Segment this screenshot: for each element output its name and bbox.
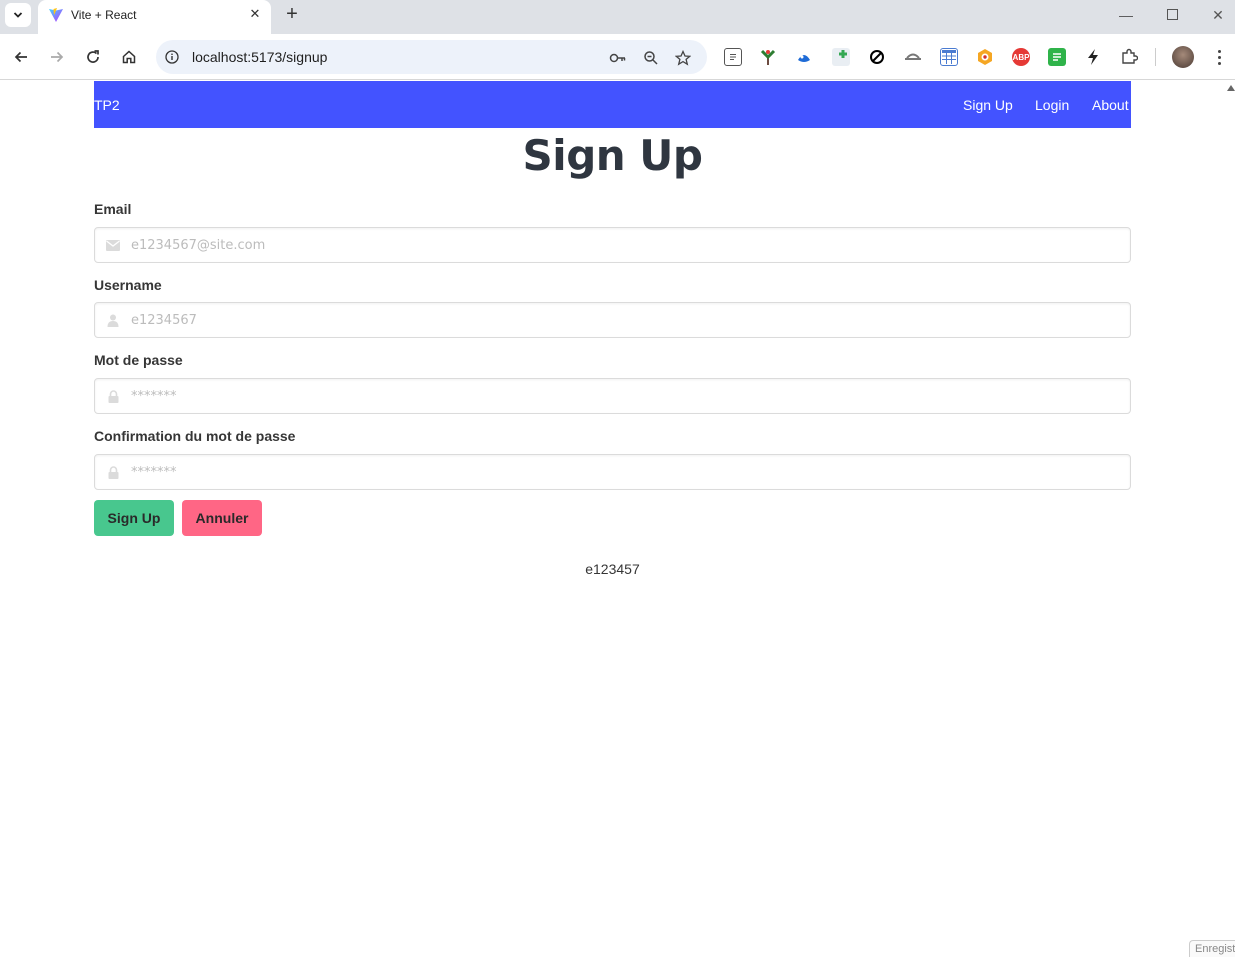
browser-toolbar: localhost:5173/signup ABP <box>0 34 1235 80</box>
lock-icon <box>105 465 121 479</box>
tree-extension-icon[interactable] <box>759 48 777 66</box>
hat-extension-icon[interactable] <box>904 48 922 66</box>
browser-tab-bar: Vite + React ✕ + — ✕ <box>0 0 1235 34</box>
username-label: Username <box>94 277 162 293</box>
confirm-password-field[interactable] <box>94 454 1131 490</box>
corner-badge[interactable]: Enregist <box>1189 940 1235 957</box>
minimize-icon[interactable]: — <box>1116 5 1136 25</box>
green-doc-extension-icon[interactable] <box>1048 48 1066 66</box>
scrollbar-up-arrow-icon[interactable] <box>1227 85 1235 91</box>
chevron-down-icon <box>13 12 23 18</box>
lock-icon <box>105 389 121 403</box>
nav-link-about[interactable]: About <box>1092 97 1129 113</box>
profile-avatar[interactable] <box>1172 46 1194 68</box>
confirm-password-input[interactable] <box>131 455 1121 489</box>
green-plus-extension-icon[interactable] <box>832 48 850 66</box>
vite-logo-icon <box>49 8 63 22</box>
forward-arrow-icon[interactable] <box>46 46 68 68</box>
browser-tab-active[interactable]: Vite + React ✕ <box>38 0 271 34</box>
browser-menu-icon[interactable] <box>1210 46 1228 68</box>
nav-link-login[interactable]: Login <box>1035 97 1069 113</box>
toolbar-divider <box>1155 48 1156 66</box>
blue-extension-icon[interactable] <box>795 48 813 66</box>
user-icon <box>105 313 121 327</box>
zoom-icon[interactable] <box>642 49 660 67</box>
signup-button[interactable]: Sign Up <box>94 500 174 536</box>
bookmark-star-icon[interactable] <box>674 49 692 67</box>
page-title: Sign Up <box>522 131 703 180</box>
maximize-icon[interactable] <box>1162 5 1182 25</box>
email-field[interactable] <box>94 227 1131 263</box>
site-info-icon[interactable] <box>165 50 179 64</box>
bolt-extension-icon[interactable] <box>1084 48 1102 66</box>
adblock-plus-icon[interactable]: ABP <box>1012 48 1030 66</box>
reader-mode-icon[interactable] <box>724 48 742 66</box>
block-extension-icon[interactable] <box>868 48 886 66</box>
cancel-button[interactable]: Annuler <box>182 500 262 536</box>
email-input[interactable] <box>131 228 1121 262</box>
window-close-icon[interactable]: ✕ <box>1208 5 1228 25</box>
username-field[interactable] <box>94 302 1131 338</box>
nav-link-signup[interactable]: Sign Up <box>963 97 1013 113</box>
password-label: Mot de passe <box>94 352 183 368</box>
reload-icon[interactable] <box>82 46 104 68</box>
url-text[interactable]: localhost:5173/signup <box>192 49 327 65</box>
back-arrow-icon[interactable] <box>10 46 32 68</box>
username-input[interactable] <box>131 303 1121 337</box>
navbar-brand[interactable]: TP2 <box>94 97 120 113</box>
extensions-puzzle-icon[interactable] <box>1120 48 1138 66</box>
home-icon[interactable] <box>118 46 140 68</box>
navbar: TP2 Sign Up Login About <box>94 81 1131 128</box>
password-key-icon[interactable] <box>609 49 627 67</box>
calendar-extension-icon[interactable] <box>940 48 958 66</box>
tab-search-button[interactable] <box>5 3 31 27</box>
orange-extension-icon[interactable] <box>976 48 994 66</box>
footer-text: e123457 <box>585 561 640 577</box>
address-bar[interactable]: localhost:5173/signup <box>156 40 707 74</box>
page-viewport: TP2 Sign Up Login About Sign Up Email Us… <box>0 81 1235 957</box>
password-input[interactable] <box>131 379 1121 413</box>
password-field[interactable] <box>94 378 1131 414</box>
confirm-password-label: Confirmation du mot de passe <box>94 428 296 444</box>
tab-title: Vite + React <box>71 8 137 22</box>
new-tab-plus-icon[interactable]: + <box>281 4 303 26</box>
tab-close-icon[interactable]: ✕ <box>247 6 263 22</box>
envelope-icon <box>105 238 121 252</box>
email-label: Email <box>94 201 132 217</box>
